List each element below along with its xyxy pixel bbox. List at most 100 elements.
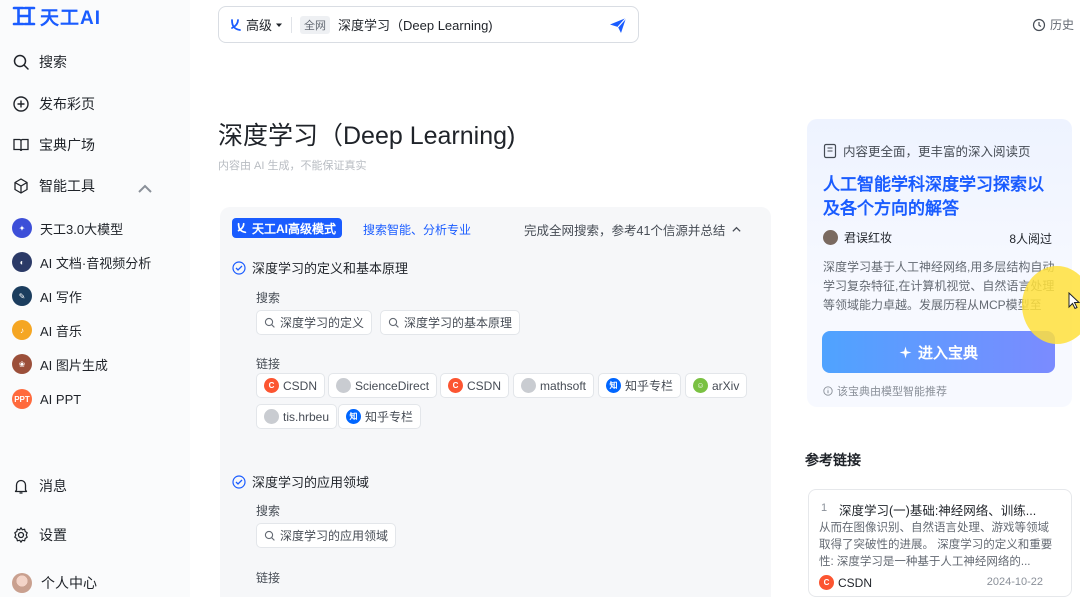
tool-item-image-gen[interactable]: ❀ AI 图片生成 xyxy=(12,352,108,376)
logo[interactable]: 天工AI xyxy=(12,4,101,29)
tis-icon xyxy=(264,409,279,424)
tool-item-label: AI 文档·音视频分析 xyxy=(40,255,152,271)
search-icon xyxy=(388,317,399,328)
source-link-chip[interactable]: tis.hrbeu xyxy=(256,404,338,429)
page-title: 深度学习（Deep Learning) xyxy=(218,122,516,150)
rec-footnote: 该宝典由模型智能推荐 xyxy=(823,383,947,399)
author-name: 君误红妆 xyxy=(844,231,893,245)
sidebar-item-label: 消息 xyxy=(39,478,67,494)
image-gen-icon: ❀ xyxy=(12,354,32,374)
mathsoft-icon xyxy=(521,378,536,393)
csdn-icon: C xyxy=(819,575,834,590)
chip-label: CSDN xyxy=(283,378,318,393)
source-link-chip[interactable]: C CSDN xyxy=(256,373,326,398)
sidebar-item-label: 设置 xyxy=(39,527,67,543)
doc-analysis-icon: ◐ xyxy=(12,252,32,272)
tool-item-label: AI PPT xyxy=(40,391,82,407)
writing-icon: ✎ xyxy=(12,286,32,306)
sidebar-item-settings[interactable]: 设置 xyxy=(12,523,67,547)
reference-source: C CSDN xyxy=(819,575,872,590)
search-icon xyxy=(264,530,275,541)
avatar xyxy=(823,230,838,245)
search-input[interactable]: 深度学习（Deep Learning) xyxy=(338,15,608,34)
author: 君误红妆 xyxy=(823,229,892,246)
csdn-icon: C xyxy=(448,378,463,393)
source-name: CSDN xyxy=(838,575,873,590)
rec-header-text: 内容更全面，更丰富的深入阅读页 xyxy=(843,145,1031,159)
tool-item-label: AI 写作 xyxy=(40,289,82,305)
plus-circle-icon xyxy=(13,96,29,112)
summary-text: 完成全网搜索，参考41个信源并总结 xyxy=(524,224,726,238)
logo-icon xyxy=(12,6,36,26)
source-link-chip[interactable]: ScienceDirect xyxy=(328,373,438,398)
csdn-icon: C xyxy=(264,378,279,393)
chip-label: 深度学习的定义 xyxy=(280,316,365,330)
sidebar-item-profile[interactable]: 个人中心 xyxy=(12,571,97,595)
sidebar-item-search[interactable]: 搜索 xyxy=(12,50,67,74)
sidebar-item-publish[interactable]: 发布彩页 xyxy=(12,92,95,116)
search-bar[interactable]: 高级 全网 深度学习（Deep Learning) xyxy=(218,6,639,43)
sidebar-item-label: 发布彩页 xyxy=(39,96,95,112)
recommended-codex-card[interactable]: 内容更全面，更丰富的深入阅读页 人工智能学科深度学习探索以及各个方向的解答 君误… xyxy=(807,119,1072,407)
reference-snippet: 从而在图像识别、自然语言处理、游戏等领域取得了突破性的进展。 深度学习的定义和重… xyxy=(819,522,1053,568)
music-icon: ♪ xyxy=(12,320,32,340)
tool-item-label: AI 音乐 xyxy=(40,323,82,339)
links-label: 链接 xyxy=(256,571,281,585)
tool-item-writing[interactable]: ✎ AI 写作 xyxy=(12,284,82,308)
sidebar-item-label: 宝典广场 xyxy=(39,137,95,153)
tool-item-doc-analysis[interactable]: ◐ AI 文档·音视频分析 xyxy=(12,250,151,274)
scope-tag[interactable]: 全网 xyxy=(300,15,331,34)
search-mode-label: 高级 xyxy=(246,18,273,33)
settings-icon xyxy=(14,527,28,543)
search-process-card: 天工AI高级模式 搜索智能、分析专业 完成全网搜索，参考41个信源并总结 深度学… xyxy=(220,207,771,597)
ai-disclaimer: 内容由 AI 生成，不能保证真实 xyxy=(218,160,367,172)
search-mode-dropdown[interactable]: 高级 xyxy=(229,15,283,34)
sparkle-icon xyxy=(899,346,912,358)
search-summary-toggle[interactable]: 完成全网搜索，参考41个信源并总结 xyxy=(524,220,742,239)
send-icon[interactable] xyxy=(608,15,628,35)
references-title: 参考链接 xyxy=(805,452,861,468)
read-count: 8人阅过 xyxy=(1009,232,1052,246)
reference-card[interactable]: 1 深度学习(一)基础:神经网络、训练... 从而在图像识别、自然语言处理、游戏… xyxy=(808,489,1072,597)
tool-item-model[interactable]: ✦ 天工3.0大模型 xyxy=(12,216,123,240)
search-query-chip[interactable]: 深度学习的定义 xyxy=(256,310,373,335)
ppt-icon: PPT xyxy=(12,389,32,409)
book-icon xyxy=(13,138,29,152)
sidebar-item-label: 搜索 xyxy=(39,54,67,70)
history-icon xyxy=(1032,18,1046,31)
sidebar-item-tools[interactable]: 智能工具 xyxy=(12,174,178,198)
source-link-chip[interactable]: C CSDN xyxy=(440,373,510,398)
source-link-chip[interactable]: ☺ arXiv xyxy=(685,373,748,398)
divider xyxy=(291,16,293,33)
source-link-chip[interactable]: 知 知乎专栏 xyxy=(598,373,682,398)
advanced-mode-badge: 天工AI高级模式 xyxy=(232,218,343,238)
sidebar-item-messages[interactable]: 消息 xyxy=(12,474,67,498)
chevron-up-icon[interactable] xyxy=(136,180,154,198)
button-label: 进入宝典 xyxy=(917,344,978,362)
chip-label: ScienceDirect xyxy=(355,378,430,393)
sidebar-item-plaza[interactable]: 宝典广场 xyxy=(12,133,95,157)
enter-codex-button[interactable]: 进入宝典 xyxy=(822,331,1055,373)
tool-item-label: 天工3.0大模型 xyxy=(40,221,124,237)
chip-label: 知乎专栏 xyxy=(365,410,414,424)
badge-label: 天工AI高级模式 xyxy=(252,221,337,236)
search-icon xyxy=(264,317,275,328)
bell-icon xyxy=(14,479,28,494)
reference-title[interactable]: 深度学习(一)基础:神经网络、训练... xyxy=(839,500,1064,519)
tool-item-ppt[interactable]: PPT AI PPT xyxy=(12,387,81,411)
cursor-icon xyxy=(1068,292,1080,310)
history-button[interactable]: 历史 xyxy=(1032,16,1074,33)
step-title-text: 深度学习的应用领域 xyxy=(252,475,370,490)
step-title-text: 深度学习的定义和基本原理 xyxy=(252,261,409,276)
check-circle-icon xyxy=(232,260,246,275)
step-title: 深度学习的应用领域 xyxy=(232,472,369,491)
tool-item-music[interactable]: ♪ AI 音乐 xyxy=(12,318,82,342)
caret-down-icon xyxy=(276,23,283,27)
sidebar-item-label: 个人中心 xyxy=(41,575,97,591)
source-link-chip[interactable]: 知 知乎专栏 xyxy=(338,404,422,429)
search-query-chip[interactable]: 深度学习的应用领域 xyxy=(256,523,397,548)
reading-icon xyxy=(823,143,837,158)
source-link-chip[interactable]: mathsoft xyxy=(513,373,595,398)
search-query-chip[interactable]: 深度学习的基本原理 xyxy=(380,310,521,335)
codex-title[interactable]: 人工智能学科深度学习探索以及各个方向的解答 xyxy=(823,173,1058,221)
